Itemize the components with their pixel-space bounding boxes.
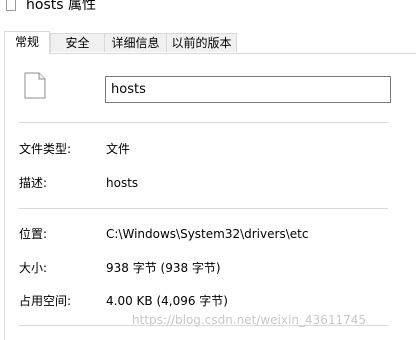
- file-type-value: 文件: [106, 142, 131, 156]
- watermark: https://blog.csdn.net/weixin_43611745: [132, 313, 367, 327]
- file-name-field[interactable]: [105, 76, 391, 103]
- tab-security[interactable]: 安全: [50, 33, 105, 52]
- tab-details[interactable]: 详细信息: [104, 33, 167, 52]
- description-value: hosts: [106, 176, 139, 190]
- document-icon: [24, 72, 46, 99]
- file-icon: [6, 0, 16, 11]
- title-bar[interactable]: hosts 属性: [0, 0, 416, 22]
- window-title: hosts 属性: [26, 0, 96, 13]
- location-value: C:\Windows\System32\drivers\etc: [106, 227, 309, 241]
- tab-general[interactable]: 常规: [4, 31, 50, 54]
- file-type-label: 文件类型:: [19, 142, 72, 156]
- divider: [18, 122, 388, 123]
- size-value: 938 字节 (938 字节): [106, 261, 221, 275]
- size-label: 大小:: [19, 261, 48, 275]
- size-on-disk-label: 占用空间:: [19, 294, 72, 308]
- description-label: 描述:: [19, 176, 48, 190]
- properties-dialog: hosts 属性 常规 安全 详细信息 以前的版本 文件类型: 文件 描述: h…: [0, 0, 416, 340]
- tab-previous-versions[interactable]: 以前的版本: [166, 33, 237, 52]
- location-label: 位置:: [19, 227, 48, 241]
- divider: [18, 208, 388, 209]
- size-on-disk-value: 4.00 KB (4,096 字节): [106, 294, 228, 308]
